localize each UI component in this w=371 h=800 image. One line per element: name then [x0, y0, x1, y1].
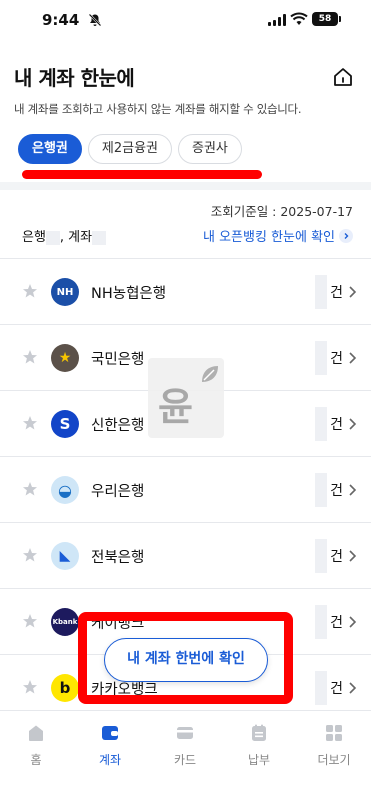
count-unit: 건 [330, 549, 343, 565]
bill-icon [252, 724, 266, 741]
highlight-underline [22, 170, 262, 179]
jeonbuk-bank-logo: ◣ [51, 542, 79, 570]
kbank-logo: Kbank [51, 608, 79, 636]
tab-account[interactable]: 계좌 [80, 723, 140, 768]
star-icon[interactable] [22, 415, 38, 431]
bank-row-woori[interactable]: ◒ 우리은행 건 [0, 456, 371, 522]
home-icon[interactable] [332, 66, 354, 88]
status-bar: 9:44 58 [0, 0, 371, 40]
chevron-right-icon [349, 286, 357, 298]
inquiry-date: 조회기준일 : 2025-07-17 [210, 204, 353, 219]
page-title: 내 계좌 한눈에 [14, 66, 135, 90]
tab-more[interactable]: 더보기 [304, 723, 364, 768]
redacted-count [315, 275, 327, 309]
woori-bank-logo: ◒ [51, 476, 79, 504]
chevron-right-icon [349, 682, 357, 694]
tab-payment[interactable]: 납부 [229, 723, 289, 768]
openbanking-link-label: 내 오픈뱅킹 한눈에 확인 [203, 230, 335, 245]
star-icon[interactable] [22, 679, 38, 695]
star-icon[interactable] [22, 283, 38, 299]
redacted-count [315, 539, 327, 573]
star-icon[interactable] [22, 349, 38, 365]
chevron-right-icon [349, 418, 357, 430]
bank-row-jeonbuk[interactable]: ◣ 전북은행 건 [0, 522, 371, 588]
bell-off-icon [88, 13, 102, 27]
signal-icon [268, 14, 286, 26]
status-time: 9:44 [42, 11, 80, 29]
bank-name: 국민은행 [91, 352, 145, 368]
home-icon [29, 725, 43, 741]
star-icon[interactable] [22, 547, 38, 563]
bank-name: 우리은행 [91, 484, 145, 500]
battery-icon: 58 [312, 12, 341, 26]
tab-second-financial[interactable]: 제2금융권 [87, 134, 173, 164]
redacted-count [315, 671, 327, 705]
tab-home[interactable]: 홈 [6, 723, 66, 768]
bank-count-label: 은행 [22, 230, 46, 245]
redacted-count [315, 605, 327, 639]
count-unit: 건 [330, 483, 343, 499]
kb-bank-logo: ★ [51, 344, 79, 372]
grid-icon [326, 725, 342, 741]
redacted-count [315, 473, 327, 507]
chevron-right-icon [349, 550, 357, 562]
chevron-right-icon [349, 484, 357, 496]
count-unit: 건 [330, 615, 343, 631]
openbanking-link[interactable]: 내 오픈뱅킹 한눈에 확인 [203, 226, 353, 245]
bank-name: 신한은행 [91, 418, 145, 434]
watermark-text: 윤 [158, 385, 193, 429]
redacted-count [45, 230, 60, 245]
account-summary: 은행 , 계좌 [22, 226, 107, 245]
leaf-icon [202, 366, 218, 382]
bank-row-nh[interactable]: NH NH농협은행 건 [0, 258, 371, 324]
redacted-count [92, 230, 107, 245]
nh-bank-logo: NH [51, 278, 79, 306]
tab-bank[interactable]: 은행권 [18, 134, 82, 164]
bottom-tabbar: 홈 계좌 카드 납부 더보기 [0, 710, 371, 800]
count-unit: 건 [330, 417, 343, 433]
chevron-right-icon [339, 228, 353, 243]
wifi-icon [290, 12, 308, 25]
chevron-right-icon [349, 352, 357, 364]
tab-card[interactable]: 카드 [155, 723, 215, 768]
check-all-accounts-button[interactable]: 내 계좌 한번에 확인 [104, 638, 268, 682]
shinhan-bank-logo: S [51, 410, 79, 438]
count-unit: 건 [330, 681, 343, 697]
watermark: 윤 [148, 358, 224, 438]
page-description: 내 계좌를 조회하고 사용하지 않는 계좌를 해지할 수 있습니다. [14, 102, 302, 116]
card-icon [177, 727, 193, 739]
redacted-count [315, 341, 327, 375]
bank-name: NH농협은행 [91, 286, 167, 302]
star-icon[interactable] [22, 481, 38, 497]
institution-tabs: 은행권 제2금융권 증권사 [18, 134, 242, 164]
chevron-right-icon [349, 616, 357, 628]
star-icon[interactable] [22, 613, 38, 629]
account-count-label: , 계좌 [59, 230, 93, 245]
tab-securities[interactable]: 증권사 [178, 134, 242, 164]
redacted-count [315, 407, 327, 441]
count-unit: 건 [330, 285, 343, 301]
section-divider [0, 182, 371, 190]
kakao-bank-logo: b [51, 674, 79, 702]
wallet-icon [102, 726, 118, 740]
bank-name: 전북은행 [91, 550, 145, 566]
count-unit: 건 [330, 351, 343, 367]
